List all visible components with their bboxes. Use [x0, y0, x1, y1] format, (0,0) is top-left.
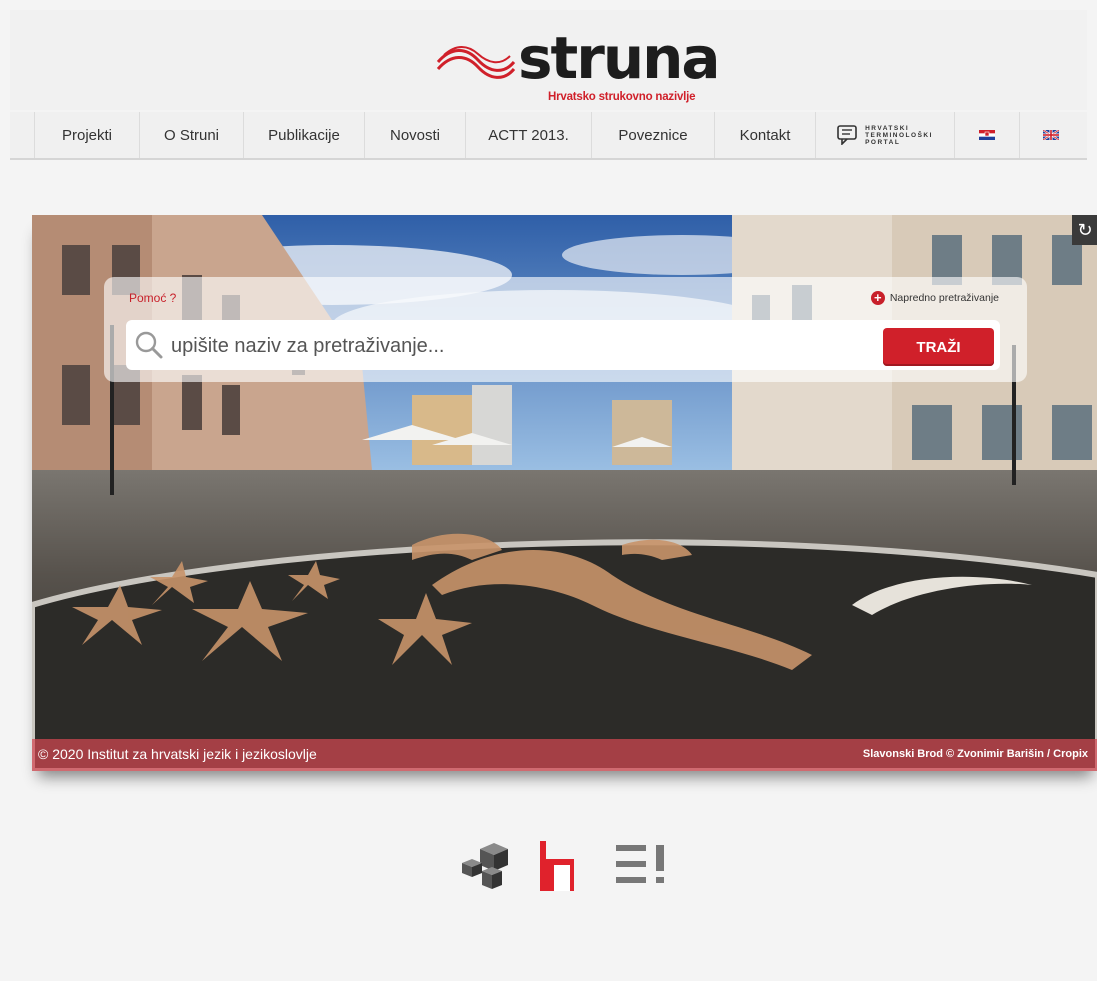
main-nav: Projekti O Struni Publikacije Novosti AC…: [10, 112, 1087, 160]
ihjj-logo-icon: [540, 841, 574, 891]
nav-item-novosti[interactable]: Novosti: [365, 112, 466, 158]
nav-item-projekti[interactable]: Projekti: [34, 112, 140, 158]
advanced-search-link[interactable]: + Napredno pretraživanje: [870, 291, 999, 305]
logo-wordmark: struna: [518, 24, 721, 92]
nav-item-poveznice[interactable]: Poveznice: [592, 112, 715, 158]
hero-slideshow: ↻ Pomoć ? + Napredno pretraživanje TRAŽI…: [32, 215, 1097, 771]
help-link[interactable]: Pomoć ?: [129, 291, 176, 305]
portal-line: TERMINOLOŠKI: [865, 131, 933, 139]
croatian-flag-icon: [979, 130, 995, 140]
nav-label: Publikacije: [268, 126, 340, 144]
logo-tagline: Hrvatsko strukovno nazivlje: [548, 91, 696, 103]
search-icon: [135, 331, 163, 359]
speech-bubble-icon: [837, 125, 857, 145]
nav-item-kontakt[interactable]: Kontakt: [715, 112, 816, 158]
eu-logo-icon: [616, 845, 664, 883]
nav-item-actt[interactable]: ACTT 2013.: [466, 112, 592, 158]
nav-label: ACTT 2013.: [488, 126, 569, 144]
site-header: struna Hrvatsko strukovno nazivlje: [10, 10, 1087, 110]
nav-label: Poveznice: [618, 126, 688, 144]
struna-logo[interactable]: struna Hrvatsko strukovno nazivlje: [436, 24, 726, 108]
advanced-search-label: Napredno pretraživanje: [889, 292, 999, 304]
refresh-icon[interactable]: ↻: [1072, 215, 1097, 245]
search-input[interactable]: [169, 329, 853, 363]
cubes-logo-icon: [462, 843, 508, 889]
portal-text: HRVATSKI TERMINOLOŠKI PORTAL: [865, 125, 933, 146]
photo-credit: Slavonski Brod © Zvonimir Barišin / Crop…: [862, 748, 1088, 760]
partner-logos-graphic: [462, 841, 664, 891]
nav-item-publikacije[interactable]: Publikacije: [244, 112, 365, 158]
language-english[interactable]: [1020, 112, 1082, 158]
nav-label: O Struni: [163, 126, 220, 144]
uk-flag-icon: [1043, 130, 1059, 140]
nav-label: Novosti: [389, 126, 441, 144]
nav-label: Projekti: [61, 126, 113, 144]
search-panel: Pomoć ? + Napredno pretraživanje TRAŽI: [104, 277, 1027, 382]
wave-logo-icon: [436, 46, 516, 79]
copyright-text: © 2020 Institut za hrvatski jezik i jezi…: [38, 746, 317, 762]
portal-line: PORTAL: [865, 138, 901, 146]
partner-logos: [458, 837, 678, 897]
caption-bar: © 2020 Institut za hrvatski jezik i jezi…: [32, 739, 1097, 771]
plus-icon: +: [870, 291, 885, 305]
nav-item-terminoloski-portal[interactable]: HRVATSKI TERMINOLOŠKI PORTAL: [816, 112, 955, 158]
nav-label: Kontakt: [739, 126, 791, 144]
language-croatian[interactable]: [955, 112, 1020, 158]
nav-item-o-struni[interactable]: O Struni: [140, 112, 244, 158]
search-box: TRAŽI: [126, 320, 1000, 370]
search-button[interactable]: TRAŽI: [883, 328, 994, 366]
portal-line: HRVATSKI: [865, 124, 910, 132]
